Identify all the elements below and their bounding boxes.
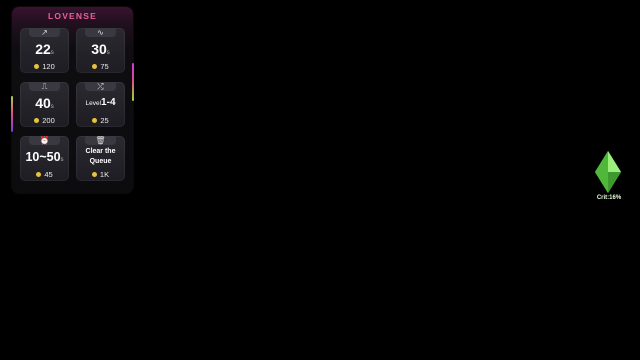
card-cost: 200 — [20, 116, 69, 125]
coin-icon — [36, 172, 42, 177]
lovense-panel: LOVENSE ↗ 22s 120 ∿ 30s 75 ⎍ 40s 200 ⤮ L… — [12, 7, 133, 193]
level-gradient-bar-left — [11, 96, 13, 132]
coin-icon — [91, 172, 97, 177]
plumbob-diamond-icon — [595, 151, 621, 193]
level-gradient-bar-right — [132, 63, 134, 101]
clear-queue-card[interactable]: 🗑 Clear the Queue 1K — [76, 136, 125, 181]
card-cost: 25 — [76, 116, 125, 125]
trash-icon: 🗑 — [95, 136, 106, 145]
coin-icon — [92, 64, 98, 69]
alarm-clock-icon: ⏰ — [39, 136, 50, 145]
coin-icon — [34, 64, 40, 69]
rising-line-icon: ↗ — [41, 28, 48, 37]
card-cost: 75 — [76, 62, 125, 71]
card-value: Level1-4 — [85, 97, 116, 108]
pulse-icon: ⎍ — [41, 82, 48, 91]
card-value: 10~50s — [25, 150, 64, 164]
reward-card-level[interactable]: ⤮ Level1-4 25 — [76, 82, 125, 127]
reward-card-40s[interactable]: ⎍ 40s 200 — [20, 82, 69, 127]
wave-icon: ∿ — [97, 28, 104, 37]
card-cost: 45 — [20, 170, 69, 179]
card-cost: 1K — [76, 170, 125, 179]
card-value: 30s — [91, 41, 110, 57]
card-value: 40s — [35, 95, 54, 111]
card-value: 22s — [35, 41, 54, 57]
card-cost: 120 — [20, 62, 69, 71]
crit-label: Crit:16% — [596, 195, 622, 201]
shuffle-icon: ⤮ — [97, 82, 104, 91]
reward-card-22s[interactable]: ↗ 22s 120 — [20, 28, 69, 73]
reward-card-10-50s[interactable]: ⏰ 10~50s 45 — [20, 136, 69, 181]
reward-card-30s[interactable]: ∿ 30s 75 — [76, 28, 125, 73]
coin-icon — [92, 118, 98, 123]
card-text: Clear the Queue — [85, 148, 116, 165]
brand-title: LOVENSE — [47, 11, 98, 21]
coin-icon — [34, 118, 40, 123]
